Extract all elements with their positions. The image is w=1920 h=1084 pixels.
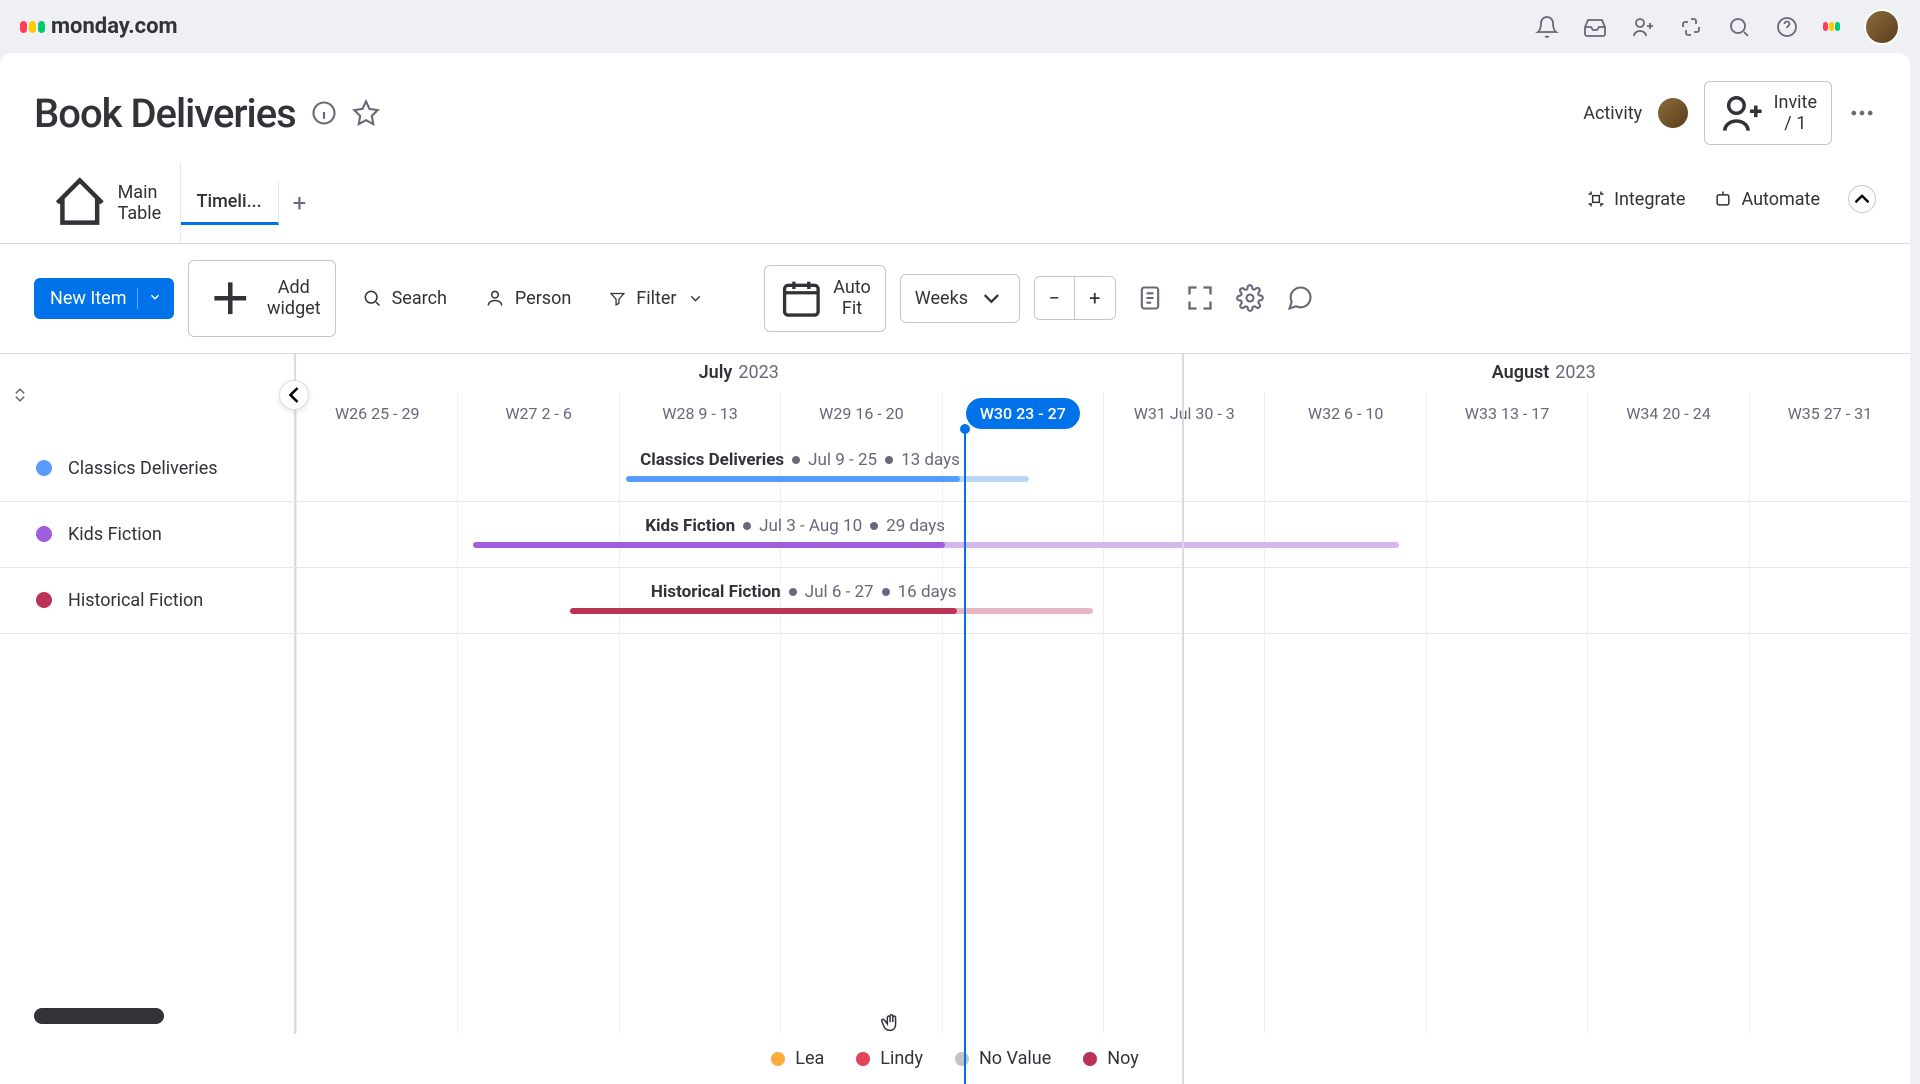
new-item-button[interactable]: New Item <box>34 278 174 319</box>
tab-timeline[interactable]: Timeli... <box>181 181 279 225</box>
app-name: monday.com <box>51 14 178 39</box>
fullscreen-icon[interactable] <box>1186 284 1214 312</box>
add-widget-button[interactable]: Add widget <box>188 260 336 337</box>
week-header[interactable]: W35 27 - 31 <box>1749 392 1910 436</box>
timeline-bar[interactable] <box>473 542 1399 548</box>
sort-handle-icon[interactable] <box>10 385 30 405</box>
timeline-bar[interactable] <box>570 608 1093 614</box>
floating-pill <box>34 1008 164 1024</box>
timeline-row: Classics Deliveries Classics DeliveriesJu… <box>0 436 1910 502</box>
week-header[interactable]: W30 23 - 27 <box>942 392 1103 436</box>
week-header[interactable]: W26 25 - 29 <box>296 392 457 436</box>
info-icon[interactable] <box>310 99 338 127</box>
zoom-group: − + <box>1034 276 1116 320</box>
global-topbar: monday.com <box>0 0 1920 53</box>
week-header[interactable]: W34 20 - 24 <box>1587 392 1748 436</box>
timeline-header: July 2023August 2023W26 25 - 29W27 2 - 6… <box>0 354 1910 436</box>
product-switcher-icon[interactable] <box>1823 22 1840 31</box>
timeline-row: Kids Fiction Kids FictionJul 3 - Aug 1029… <box>0 502 1910 568</box>
apps-icon[interactable] <box>1679 15 1703 39</box>
auto-fit-button[interactable]: Auto Fit <box>764 265 886 332</box>
user-avatar[interactable] <box>1864 9 1900 45</box>
integrate-button[interactable]: Integrate <box>1586 189 1685 210</box>
group-label[interactable]: Classics Deliveries <box>0 436 296 501</box>
settings-gear-icon[interactable] <box>1236 284 1264 312</box>
scroll-left-button[interactable] <box>279 380 309 410</box>
activity-avatar[interactable] <box>1658 98 1688 128</box>
add-view-button[interactable]: + <box>279 181 321 225</box>
invite-icon[interactable] <box>1631 15 1655 39</box>
legend-item[interactable]: Lea <box>771 1048 824 1069</box>
group-label[interactable]: Kids Fiction <box>0 502 296 567</box>
legend-item[interactable]: Noy <box>1083 1048 1139 1069</box>
comment-icon[interactable] <box>1286 284 1314 312</box>
legend-item[interactable]: No Value <box>955 1048 1051 1069</box>
board-card: Book Deliveries Activity Invite / 1 Main… <box>0 53 1910 1084</box>
week-header[interactable]: W27 2 - 6 <box>457 392 618 436</box>
zoom-out-button[interactable]: − <box>1035 277 1075 319</box>
board-title[interactable]: Book Deliveries <box>34 90 296 137</box>
help-icon[interactable] <box>1775 15 1799 39</box>
filter-button[interactable]: Filter <box>597 278 715 319</box>
app-logo[interactable]: monday.com <box>20 14 178 39</box>
favorite-star-icon[interactable] <box>352 99 380 127</box>
bar-label: Kids FictionJul 3 - Aug 1029 days <box>645 516 945 536</box>
activity-label[interactable]: Activity <box>1583 103 1642 124</box>
automate-button[interactable]: Automate <box>1713 189 1820 210</box>
collapse-header-button[interactable] <box>1848 185 1876 213</box>
period-select[interactable]: Weeks <box>900 274 1020 323</box>
search-icon[interactable] <box>1727 15 1751 39</box>
view-tabs: Main Table Timeli... + Integrate Automat… <box>0 145 1910 244</box>
chevron-down-icon[interactable] <box>137 288 162 309</box>
timeline-view: July 2023August 2023W26 25 - 29W27 2 - 6… <box>0 353 1910 1084</box>
chevron-down-icon <box>978 285 1005 312</box>
board-header: Book Deliveries Activity Invite / 1 <box>0 53 1910 145</box>
zoom-in-button[interactable]: + <box>1075 277 1115 319</box>
inbox-icon[interactable] <box>1583 15 1607 39</box>
board-toolbar: New Item Add widget Search Person Filter… <box>0 244 1910 353</box>
week-header[interactable]: W28 9 - 13 <box>619 392 780 436</box>
bar-label: Classics DeliveriesJul 9 - 2513 days <box>640 450 960 470</box>
week-header[interactable]: W31 Jul 30 - 3 <box>1103 392 1264 436</box>
bar-label: Historical FictionJul 6 - 2716 days <box>651 582 957 602</box>
legend-item[interactable]: Lindy <box>856 1048 923 1069</box>
week-header[interactable]: W33 13 - 17 <box>1426 392 1587 436</box>
tab-main-table[interactable]: Main Table <box>34 163 181 243</box>
more-options-icon[interactable] <box>1848 99 1876 127</box>
invite-button[interactable]: Invite / 1 <box>1704 81 1832 145</box>
week-header[interactable]: W32 6 - 10 <box>1264 392 1425 436</box>
group-label[interactable]: Historical Fiction <box>0 568 296 633</box>
notifications-icon[interactable] <box>1535 15 1559 39</box>
week-header[interactable]: W29 16 - 20 <box>780 392 941 436</box>
chevron-down-icon <box>687 290 704 307</box>
export-icon[interactable] <box>1136 284 1164 312</box>
timeline-bar[interactable] <box>626 476 1029 482</box>
timeline-legend: Lea Lindy No Value Noy <box>0 1034 1910 1084</box>
person-filter-button[interactable]: Person <box>473 278 583 319</box>
search-button[interactable]: Search <box>350 278 459 319</box>
timeline-row: Historical Fiction Historical FictionJul … <box>0 568 1910 634</box>
